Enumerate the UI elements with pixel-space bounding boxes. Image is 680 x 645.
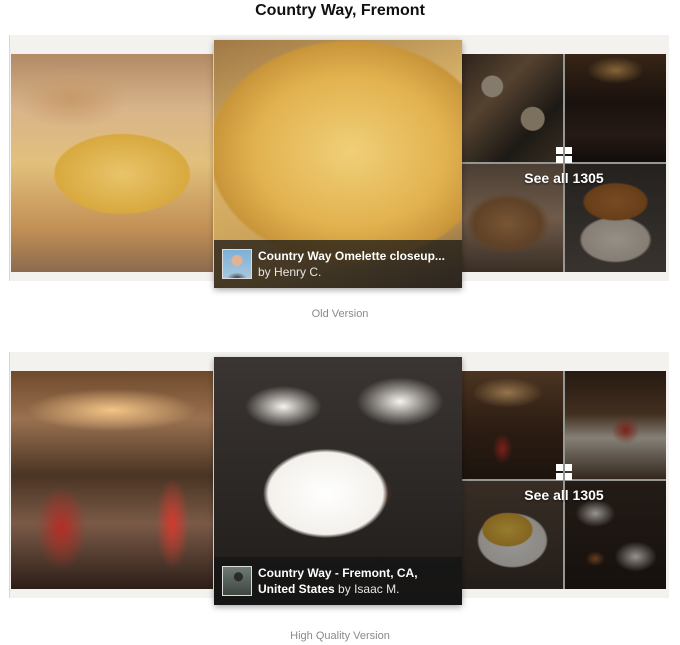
see-all-label: See all 1305 — [524, 486, 604, 503]
user-avatar[interactable] — [222, 566, 252, 596]
photo-grid: See all 1305 — [462, 54, 666, 272]
see-all-photos-button[interactable]: See all 1305 — [462, 54, 666, 272]
version-label-old: Old Version — [311, 308, 369, 320]
photo-caption: Country Way Omelette closeup... by Henry… — [214, 240, 462, 288]
see-all-photos-button[interactable]: See all 1305 — [462, 371, 666, 589]
caption-by-label: by — [338, 582, 351, 596]
caption-title[interactable]: Country Way Omelette closeup... — [258, 248, 445, 264]
caption-title-line2[interactable]: United States — [258, 582, 335, 596]
photo-interior-wide[interactable] — [11, 371, 213, 589]
page-title: Country Way, Fremont — [255, 2, 425, 19]
version-label-hq: High Quality Version — [290, 630, 390, 642]
photo-grid: See all 1305 — [462, 371, 666, 589]
user-avatar[interactable] — [222, 249, 252, 279]
caption-by-label: by — [258, 265, 271, 279]
caption-author[interactable]: Henry C. — [274, 265, 321, 279]
photo-caption: Country Way - Fremont, CA, United States… — [214, 557, 462, 605]
caption-title-line1[interactable]: Country Way - Fremont, CA, — [258, 565, 418, 581]
grid-icon — [556, 463, 572, 480]
grid-icon — [556, 146, 572, 163]
caption-author[interactable]: Isaac M. — [354, 582, 399, 596]
photo-omelette-wide[interactable] — [11, 54, 213, 272]
featured-photo-plates[interactable]: Country Way - Fremont, CA, United States… — [214, 357, 462, 605]
photo-strip-old: Country Way Omelette closeup... by Henry… — [9, 35, 669, 288]
photo-strip-hq: Country Way - Fremont, CA, United States… — [9, 352, 669, 605]
featured-photo-omelette[interactable]: Country Way Omelette closeup... by Henry… — [214, 40, 462, 288]
see-all-label: See all 1305 — [524, 169, 604, 186]
